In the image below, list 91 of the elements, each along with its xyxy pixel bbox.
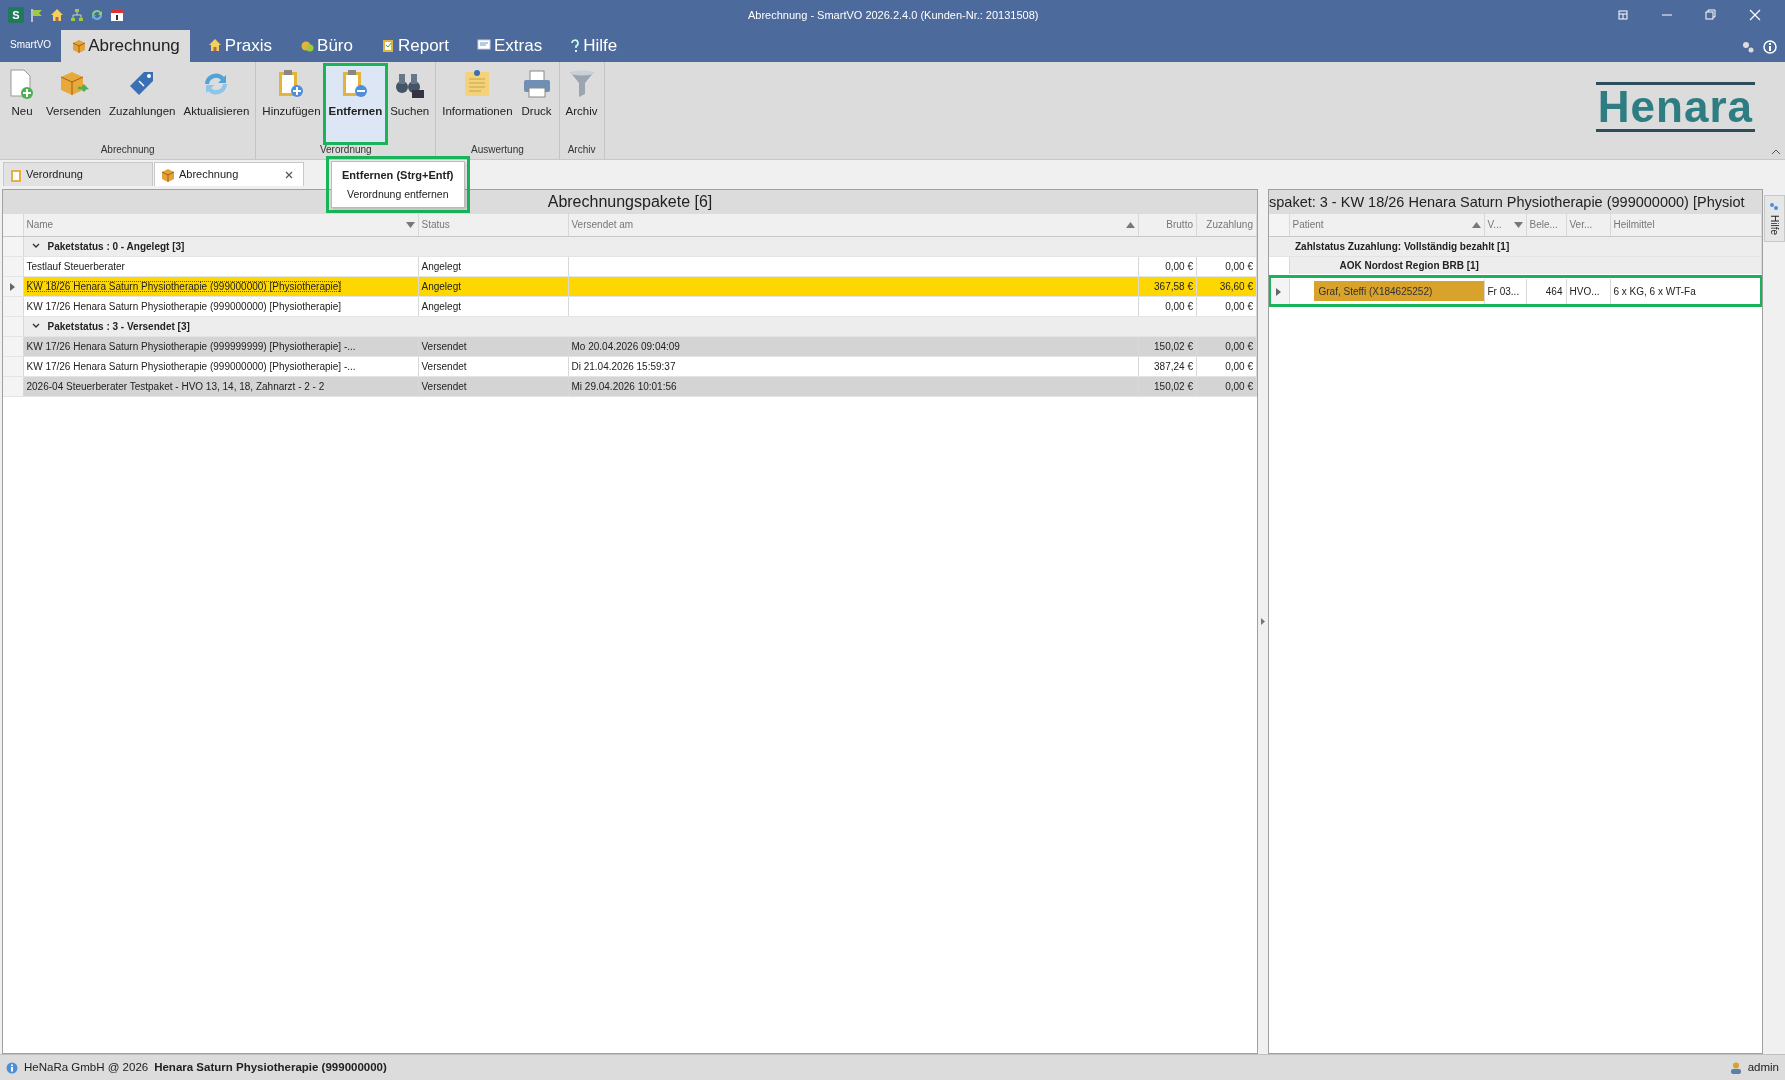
table-cell: KW 17/26 Henara Saturn Physiotherapie (999999999) [Physiotherapie] -... [26,340,356,352]
table-cell: Versendet [421,340,467,352]
ribbon-button[interactable]: Neu [3,66,41,142]
flag-icon[interactable] [30,8,44,22]
table-cell: 2026-04 Steuerberater Testpaket - HVO 13, 14, 18, Zahnarzt - 2 - 2 [26,380,325,392]
ribbon-tab[interactable]: Büro [290,30,363,62]
ribbon-button[interactable]: Zuzahlungen [106,66,179,142]
network-icon[interactable] [70,8,84,22]
document-tab[interactable]: Abrechnung [154,162,304,186]
table-cell: 0,00 € [1165,300,1193,312]
table-cell: Angelegt [421,260,461,272]
table-cell: Di 21.04.2026 15:59:37 [571,360,676,372]
user-name: admin [1747,1059,1779,1075]
document-tab[interactable]: Verordnung [3,162,153,186]
layout-icon [1617,9,1629,21]
question-mark-icon [570,38,581,54]
ribbon-button[interactable]: Versenden [43,66,104,142]
table-cell: Mo 20.04.2026 09:04:09 [571,340,680,352]
group-row[interactable]: AOK Nordost Region BRB [1] [1339,259,1479,271]
table-cell: KW 17/26 Henara Saturn Physiotherapie (999000000) [Physiotherapie] [26,300,342,312]
table-cell: 0,00 € [1225,300,1253,312]
ribbon-tab[interactable]: Hilfe [560,30,628,62]
table-cell: 150,02 € [1154,380,1193,392]
close-icon [1749,9,1761,21]
table-cell: 36,60 € [1219,280,1253,292]
restore-icon [1705,9,1717,21]
collapse-icon[interactable] [1771,149,1781,155]
logo: Henara [1595,82,1755,132]
tooltip-title: Entfernen (Strg+Entf) [342,168,454,183]
ribbon-button[interactable]: Aktualisieren [180,66,253,142]
table-cell: 387,24 € [1154,360,1193,372]
home-icon [207,38,222,54]
table-cell: Versendet [421,360,467,372]
ribbon-button[interactable]: Archiv [562,66,601,142]
box-icon [71,38,86,54]
info-icon[interactable] [1763,40,1777,54]
table-cell: 6 x KG, 6 x WT-Fa [1613,285,1696,297]
table-cell: Testlauf Steuerberater [26,260,125,272]
tooltip-text: Verordnung entfernen [345,186,450,202]
table-cell: Mi 29.04.2026 10:01:56 [571,380,677,392]
clipboard-icon [10,167,22,182]
user-icon [1729,1061,1742,1074]
table-cell: 150,02 € [1154,340,1193,352]
group-row[interactable]: Paketstatus : 3 - Versendet [3] [31,318,190,334]
group-label: Auswertung [469,143,525,157]
chevron-down-icon [31,323,40,330]
table-cell: Graf, Steffi (X184625252) [1313,281,1483,301]
box-icon [161,167,175,182]
copyright-text: HeNaRa GmbH @ 2026 [24,1059,149,1075]
help-side-tab[interactable]: Hilfe [1763,195,1785,242]
table-cell: Angelegt [421,280,461,292]
row-indicator-icon [1276,287,1282,296]
ribbon-button[interactable]: Suchen [387,66,433,142]
ribbon-button[interactable]: Informationen [439,66,516,142]
table-cell: 0,00 € [1225,360,1253,372]
table-cell: 0,00 € [1225,340,1253,352]
home-icon[interactable] [50,8,64,22]
chevron-down-icon [31,243,40,250]
practice-name: Henara Saturn Physiotherapie (999000000) [154,1059,387,1075]
ribbon-tab[interactable]: Praxis [197,30,283,62]
window-title: Abrechnung - SmartVO 2026.2.4.0 (Kunden-Nr.: 20131508) [748,7,1040,23]
group-label: Archiv [566,143,597,157]
refresh-icon[interactable] [90,8,104,22]
ribbon-button[interactable]: Druck [517,66,556,142]
ribbon-tab[interactable]: Report [370,30,459,62]
table-cell: 0,00 € [1225,260,1253,272]
row-indicator-icon [10,282,16,291]
app-icon[interactable]: S [8,7,24,23]
ribbon-button[interactable]: Entfernen [325,66,386,142]
group-label: Abrechnung [99,143,156,157]
splitter-arrow-icon[interactable] [1261,618,1265,625]
ribbon-button[interactable]: Hinzufügen [259,66,324,142]
table-cell: 367,58 € [1154,280,1193,292]
close-icon [285,171,293,180]
table-cell: Angelegt [421,300,461,312]
ribbon-tab[interactable]: Abrechnung [61,30,190,62]
table-cell: Versendet [421,380,467,392]
table-cell: Fr 03... [1487,285,1520,297]
table-cell: 0,00 € [1165,260,1193,272]
clipboard-icon [380,38,395,54]
table-cell: 0,00 € [1225,380,1253,392]
table-cell: KW 17/26 Henara Saturn Physiotherapie (999000000) [Physiotherapie] -... [26,360,356,372]
table-cell: HVO... [1569,285,1600,297]
app-menu-tab[interactable]: SmartVO [0,37,62,62]
panel-title: spaket: 3 - KW 18/26 Henara Saturn Physiotherapie (999000000) [Physiot [1269,190,1762,214]
info-icon [6,1061,18,1074]
ribbon-tab[interactable]: Extras [467,30,553,62]
table-cell: 464 [1545,285,1563,297]
group-label: Verordnung [318,143,373,157]
calendar-icon[interactable] [110,8,124,22]
group-row[interactable]: Paketstatus : 0 - Angelegt [3] [31,238,185,254]
